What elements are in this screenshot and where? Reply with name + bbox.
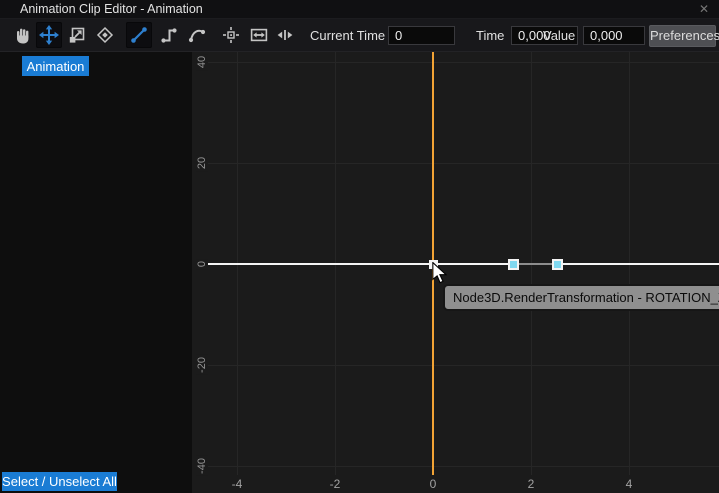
move-icon [39,25,59,45]
move-tool-button[interactable] [36,22,62,48]
current-time-label: Current Time [310,28,385,43]
x-tick-label: 2 [528,477,535,491]
step-interpolation-icon [159,25,179,45]
value-label: Value [543,28,575,43]
linear-interpolation-button[interactable] [126,22,152,48]
select-unselect-all-button[interactable]: Select / Unselect All [2,472,117,491]
pan-tool-button[interactable] [10,22,36,48]
curve-graph[interactable]: Node3D.RenderTransformation - ROTATION_Z… [192,52,719,493]
window-title: Animation Clip Editor - Animation [20,2,203,16]
selected-curve-segment[interactable] [514,263,558,265]
keyframe[interactable] [508,259,519,270]
keyframe-tool-button[interactable] [92,22,118,48]
hand-icon [13,25,33,45]
graph-tooltip: Node3D.RenderTransformation - ROTATION_Z [443,284,719,311]
y-tick-label: 40 [196,54,208,70]
animation-clip-editor-window: Animation Clip Editor - Animation ✕ [0,0,719,493]
keyframe-diamond-icon [95,25,115,45]
scale-tool-button[interactable] [64,22,90,48]
fit-horizontal-button[interactable] [246,22,272,48]
x-tick-label: -2 [330,477,341,491]
mouse-cursor-icon [432,262,448,284]
h-gridline [208,163,719,164]
clip-sidebar: Animation Select / Unselect All [0,52,192,493]
center-view-button[interactable] [218,22,244,48]
y-tick-label: -40 [196,456,208,476]
fit-horizontal-icon [249,25,269,45]
smooth-interpolation-icon [187,25,207,45]
h-gridline [208,62,719,63]
h-gridline [208,466,719,467]
time-label: Time [476,28,504,43]
x-tick-label: 4 [626,477,633,491]
current-time-input[interactable]: 0 [388,26,455,45]
y-tick-label: 0 [196,259,208,269]
curve-line[interactable] [207,263,719,265]
scale-icon [67,25,87,45]
close-icon[interactable]: ✕ [696,2,712,16]
h-gridline [208,365,719,366]
keyframe[interactable] [552,259,563,270]
x-tick-label: -4 [232,477,243,491]
title-bar: Animation Clip Editor - Animation ✕ [0,0,719,19]
linear-interpolation-icon [129,25,149,45]
y-tick-label: 20 [196,155,208,171]
expand-horizontal-icon [275,25,295,45]
step-interpolation-button[interactable] [156,22,182,48]
expand-horizontal-button[interactable] [272,22,298,48]
animation-clip-tab[interactable]: Animation [22,56,89,76]
preferences-button[interactable]: Preferences [649,25,716,47]
toolbar: Current Time 0 Time 0,000 Value 0,000 Pr… [0,19,719,52]
smooth-interpolation-button[interactable] [184,22,210,48]
y-tick-label: -20 [196,355,208,375]
main-area: Animation Select / Unselect All Node3D.R… [0,52,719,493]
x-tick-label: 0 [430,477,437,491]
value-input[interactable]: 0,000 [583,26,645,45]
center-view-icon [221,25,241,45]
